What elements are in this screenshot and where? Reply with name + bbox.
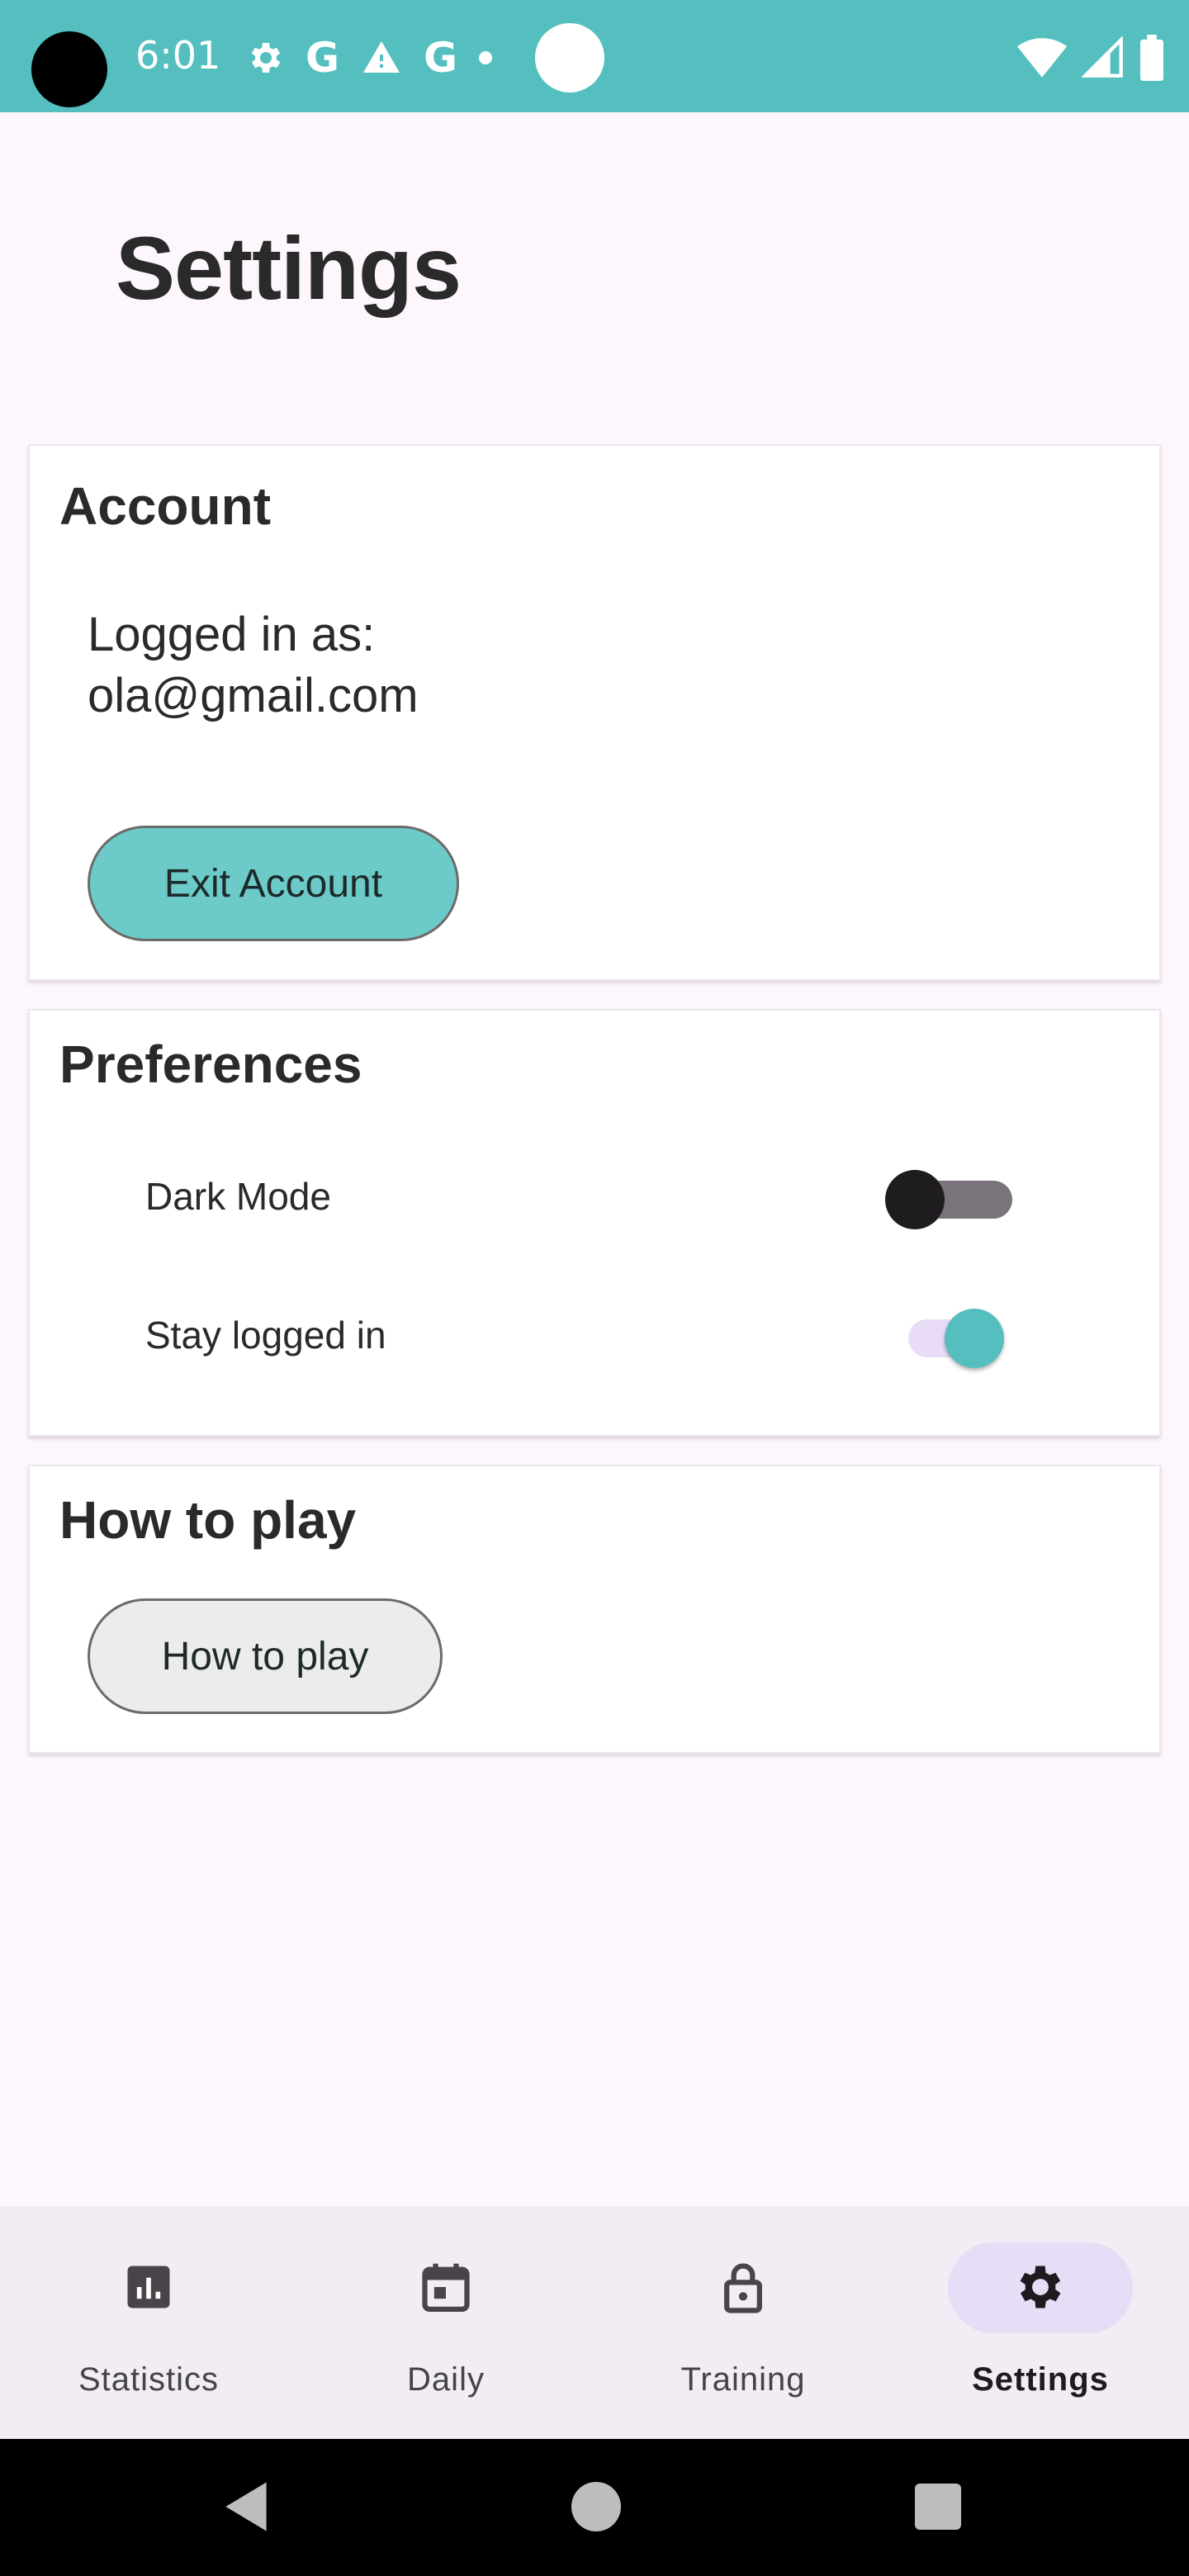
signal-icon xyxy=(1082,36,1123,78)
exit-account-button[interactable]: Exit Account xyxy=(88,826,459,941)
nav-item-statistics[interactable]: Statistics xyxy=(0,2206,297,2439)
bottom-navigation: Statistics Daily Training Settings xyxy=(0,2206,1189,2439)
recents-icon[interactable] xyxy=(915,2484,961,2530)
logged-in-info: Logged in as: ola@gmail.com xyxy=(88,604,419,727)
how-to-play-button[interactable]: How to play xyxy=(88,1598,443,1714)
nav-label-daily: Daily xyxy=(407,2361,485,2398)
dark-mode-label: Dark Mode xyxy=(145,1175,331,1218)
calendar-icon xyxy=(422,2263,470,2313)
stay-logged-in-label: Stay logged in xyxy=(145,1314,386,1357)
nav-label-statistics: Statistics xyxy=(78,2361,220,2398)
system-navigation-bar xyxy=(0,2439,1189,2576)
nav-item-settings[interactable]: Settings xyxy=(892,2206,1189,2439)
notification-icons: G G xyxy=(244,23,605,92)
home-icon[interactable] xyxy=(571,2482,621,2531)
google-icon: G xyxy=(424,34,458,82)
gear-icon xyxy=(251,43,281,73)
how-to-play-title: How to play xyxy=(59,1490,357,1550)
wifi-icon xyxy=(1017,38,1067,78)
circle-icon xyxy=(535,23,605,92)
page-title: Settings xyxy=(116,218,462,318)
stay-logged-in-switch-thumb[interactable] xyxy=(945,1309,1004,1368)
lock-icon xyxy=(724,2263,762,2313)
status-bar: 6:01 G G xyxy=(0,0,1189,112)
battery-icon xyxy=(1140,35,1163,81)
back-icon[interactable] xyxy=(221,2480,271,2533)
dark-mode-switch-thumb[interactable] xyxy=(885,1170,945,1229)
account-card: Account Logged in as: ola@gmail.com Exit… xyxy=(28,444,1161,981)
preferences-card: Preferences Dark Mode Stay logged in xyxy=(28,1009,1161,1437)
system-status-icons xyxy=(1017,31,1164,84)
preferences-title: Preferences xyxy=(59,1035,362,1094)
nav-label-settings: Settings xyxy=(972,2361,1109,2398)
dot-icon xyxy=(479,51,493,64)
nav-item-training[interactable]: Training xyxy=(594,2206,892,2439)
bar-chart-icon xyxy=(127,2266,170,2308)
google-icon: G xyxy=(306,34,340,82)
status-time: 6:01 xyxy=(135,33,221,78)
nav-label-training: Training xyxy=(680,2361,806,2398)
nav-item-daily[interactable]: Daily xyxy=(297,2206,594,2439)
warning-icon xyxy=(363,41,400,73)
camera-cutout xyxy=(31,31,107,107)
logged-in-label: Logged in as: xyxy=(88,608,376,661)
gear-icon xyxy=(1020,2266,1061,2308)
account-email: ola@gmail.com xyxy=(88,669,419,722)
how-to-play-card: How to play How to play xyxy=(28,1465,1161,1754)
account-title: Account xyxy=(59,476,271,536)
